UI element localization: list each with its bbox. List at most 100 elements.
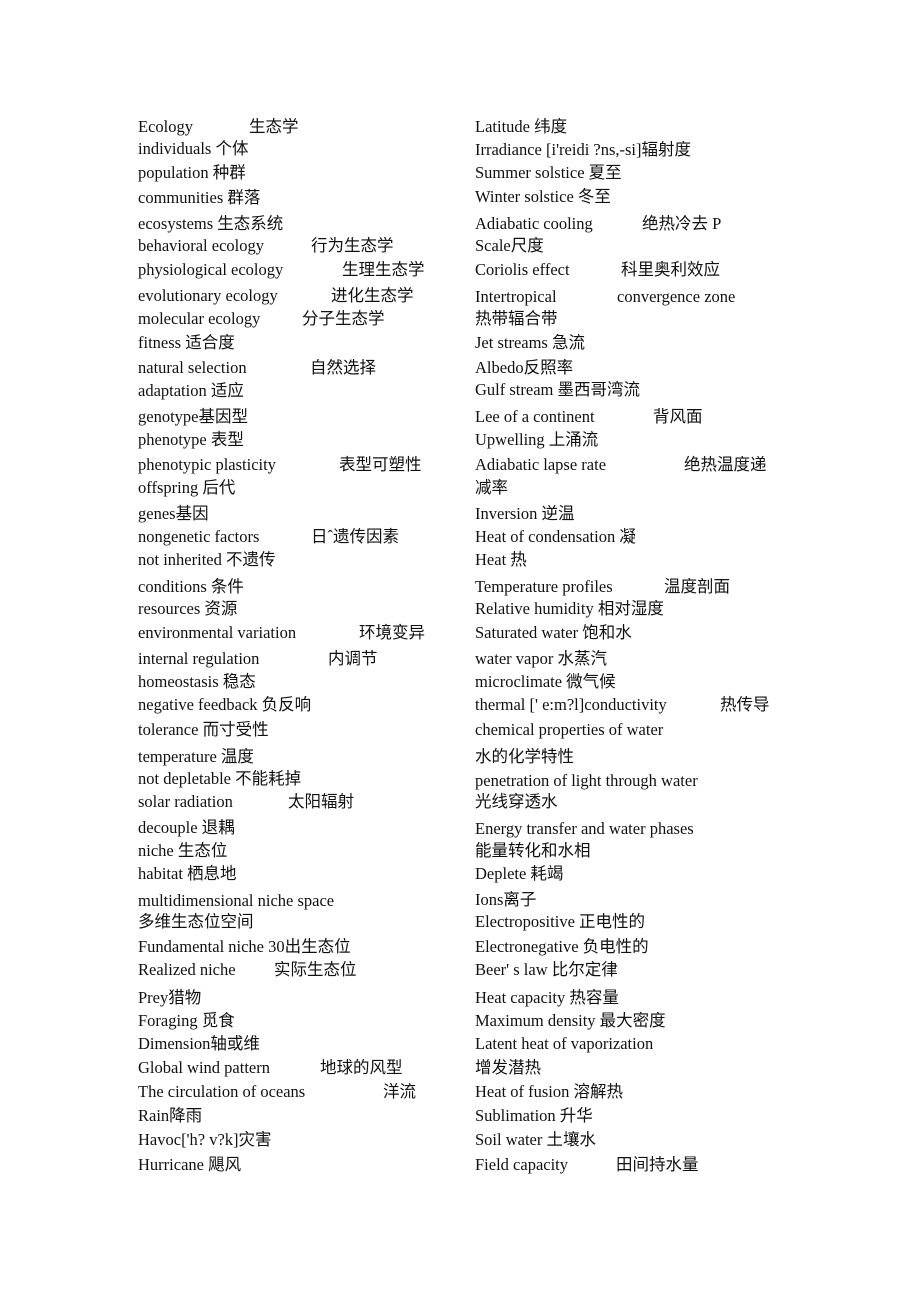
right-term: Gulf stream 墨西哥湾流 — [475, 380, 640, 399]
right-term: Ions离子 — [475, 890, 537, 909]
right-term: Electropositive 正电性的 — [475, 912, 646, 931]
left-term: temperature 温度 — [138, 747, 254, 766]
right-term: Summer solstice 夏至 — [475, 163, 622, 182]
right-translation: 绝热温度递 — [684, 455, 767, 474]
left-term: Rain降雨 — [138, 1106, 203, 1125]
left-term: Realized niche — [138, 960, 236, 979]
left-term: phenotype 表型 — [138, 430, 244, 449]
right-term: 水的化学特性 — [475, 747, 574, 766]
right-term: microclimate 微气候 — [475, 672, 616, 691]
left-term: solar radiation — [138, 792, 233, 811]
right-translation: 田间持水量 — [616, 1155, 699, 1174]
left-term: offspring 后代 — [138, 478, 236, 497]
left-term: not inherited 不遗传 — [138, 550, 276, 569]
right-term: Latent heat of vaporization — [475, 1034, 654, 1053]
left-term: Hurricane 飓风 — [138, 1155, 242, 1174]
left-translation: 表型可塑性 — [339, 455, 422, 474]
right-term: Winter solstice 冬至 — [475, 187, 611, 206]
left-term: fitness 适合度 — [138, 333, 235, 352]
left-term: negative feedback 负反响 — [138, 695, 312, 714]
right-term: thermal [' e:m?l]conductivity — [475, 695, 667, 714]
right-term: Coriolis effect — [475, 260, 570, 279]
right-term: Deplete 耗竭 — [475, 864, 564, 883]
left-translation: 地球的风型 — [320, 1058, 403, 1077]
right-term: Irradiance [i'reidi ?ns,-si]辐射度 — [475, 140, 692, 159]
right-term: 增发潜热 — [475, 1058, 541, 1077]
right-term: Latitude 纬度 — [475, 117, 568, 136]
right-term: Upwelling 上涌流 — [475, 430, 599, 449]
left-translation: 生态学 — [249, 117, 299, 136]
right-term: Inversion 逆温 — [475, 504, 575, 523]
right-term: Lee of a continent — [475, 407, 595, 426]
left-term: homeostasis 稳态 — [138, 672, 256, 691]
left-translation: 太阳辐射 — [288, 792, 354, 811]
left-term: Foraging 觅食 — [138, 1011, 235, 1030]
right-term: 减率 — [475, 478, 508, 497]
right-term: Intertropical — [475, 287, 557, 306]
left-term: genotype基因型 — [138, 407, 248, 426]
right-term: 热带辐合带 — [475, 309, 558, 328]
left-term: behavioral ecology — [138, 236, 264, 255]
right-translation: convergence zone — [617, 287, 736, 306]
left-term: resources 资源 — [138, 599, 238, 618]
right-term: 能量转化和水相 — [475, 841, 591, 860]
right-term: Soil water 土壤水 — [475, 1130, 596, 1149]
left-term: not depletable 不能耗掉 — [138, 769, 302, 788]
left-term: environmental variation — [138, 623, 297, 642]
left-term: niche 生态位 — [138, 841, 228, 860]
left-translation: 分子生态学 — [302, 309, 385, 328]
right-term: Scale尺度 — [475, 236, 544, 255]
left-term: Havoc['h? v?k]灾害 — [138, 1130, 272, 1149]
left-translation: 行为生态学 — [311, 236, 394, 255]
right-term: Beer' s law 比尔定律 — [475, 960, 618, 979]
right-translation: 温度剖面 — [664, 577, 730, 596]
left-term: 多维生态位空间 — [138, 912, 254, 931]
right-translation: 热传导 — [720, 695, 770, 714]
right-term: Temperature profiles — [475, 577, 613, 596]
right-term: Adiabatic lapse rate — [475, 455, 607, 474]
right-translation: 绝热冷去 P — [642, 214, 722, 233]
left-translation: 生理生态学 — [342, 260, 425, 279]
left-term: adaptation 适应 — [138, 381, 244, 400]
left-term: genes基因 — [138, 504, 209, 523]
left-term: Fundamental niche 30出生态位 — [138, 937, 351, 956]
right-translation: 背风面 — [653, 407, 703, 426]
left-translation: 洋流 — [383, 1082, 416, 1101]
right-term: Sublimation 升华 — [475, 1106, 593, 1125]
left-translation: 环境变异 — [359, 623, 425, 642]
right-term: Relative humidity 相对湿度 — [475, 599, 664, 618]
right-term: Jet streams 急流 — [475, 333, 585, 352]
right-term: Heat 热 — [475, 550, 527, 569]
right-term: Electronegative 负电性的 — [475, 937, 649, 956]
left-term: ecosystems 生态系统 — [138, 214, 284, 233]
left-term: decouple 退耦 — [138, 818, 235, 837]
right-term: Heat of fusion 溶解热 — [475, 1082, 624, 1101]
left-term: communities 群落 — [138, 188, 261, 207]
left-translation: 日ˆ遗传因素 — [311, 527, 399, 546]
right-term: Maximum density 最大密度 — [475, 1011, 666, 1030]
left-term: Global wind pattern — [138, 1058, 270, 1077]
left-term: multidimensional niche space — [138, 891, 335, 910]
right-term: chemical properties of water — [475, 720, 664, 739]
left-term: physiological ecology — [138, 260, 284, 279]
right-term: Adiabatic cooling — [475, 214, 593, 233]
left-term: Dimension轴或维 — [138, 1034, 260, 1053]
right-term: Heat of condensation 凝 — [475, 527, 636, 546]
left-translation: 内调节 — [328, 649, 378, 668]
right-term: 光线穿透水 — [475, 792, 558, 811]
right-term: Heat capacity 热容量 — [475, 988, 619, 1007]
left-term: conditions 条件 — [138, 577, 244, 596]
right-term: Saturated water 饱和水 — [475, 623, 632, 642]
right-translation: 科里奥利效应 — [621, 260, 720, 279]
left-term: nongenetic factors — [138, 527, 260, 546]
right-term: Albedo反照率 — [475, 358, 574, 377]
right-term: penetration of light through water — [475, 771, 698, 790]
left-term: Prey猎物 — [138, 988, 202, 1007]
left-term: The circulation of oceans — [138, 1082, 306, 1101]
left-term: habitat 栖息地 — [138, 864, 237, 883]
right-term: Field capacity — [475, 1155, 569, 1174]
left-term: natural selection — [138, 358, 247, 377]
left-translation: 实际生态位 — [274, 960, 357, 979]
left-term: Ecology — [138, 117, 193, 136]
left-term: molecular ecology — [138, 309, 261, 328]
